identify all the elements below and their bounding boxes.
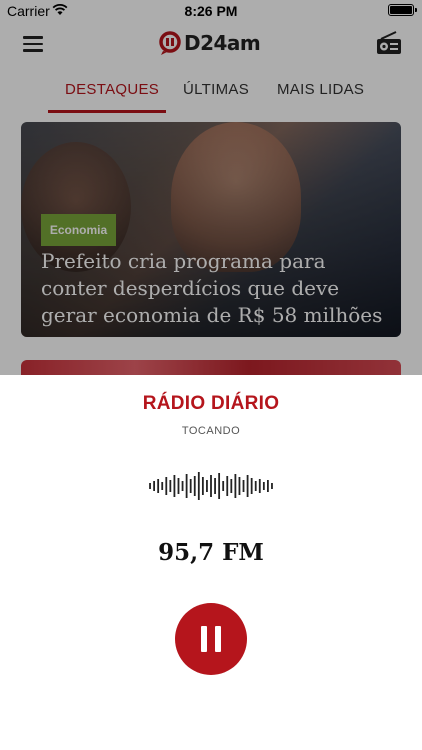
station-name: RÁDIO DIÁRIO — [142, 393, 280, 414]
playing-status: TOCANDO — [181, 425, 241, 437]
radio-player-sheet: RÁDIO DIÁRIO TOCANDO 95,7 FM — [0, 375, 422, 750]
pause-button[interactable] — [175, 603, 247, 675]
station-frequency: 95,7 FM — [158, 539, 264, 566]
waveform-icon — [149, 472, 273, 500]
